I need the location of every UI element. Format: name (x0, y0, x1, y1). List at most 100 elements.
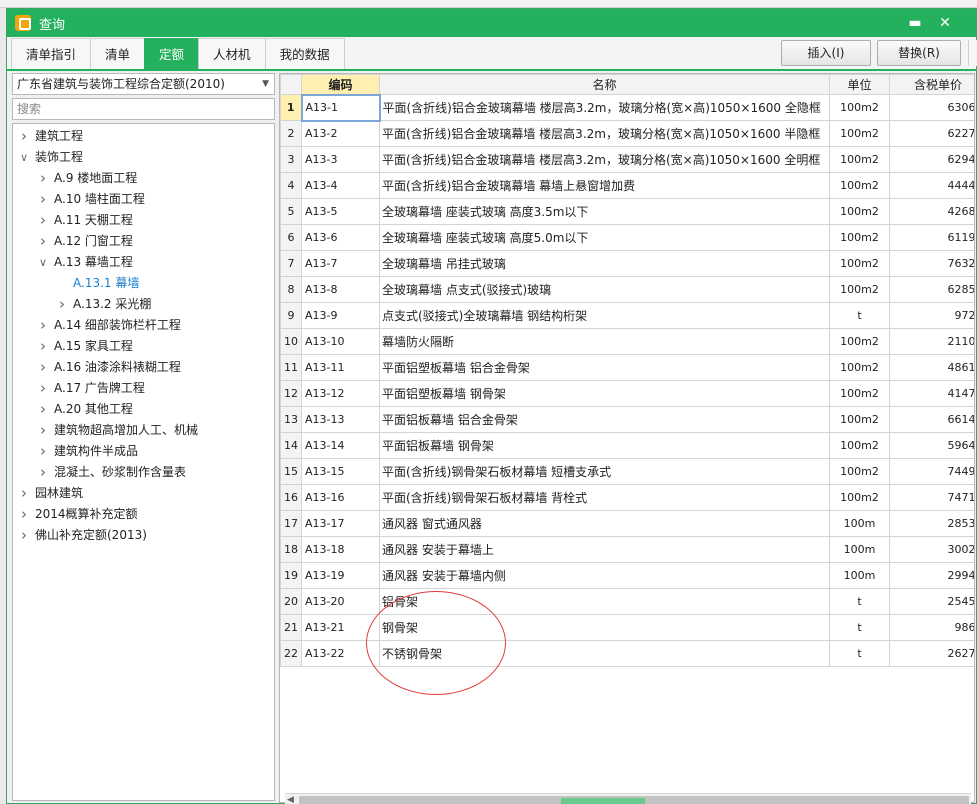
chevron-right-icon[interactable]: › (36, 231, 50, 252)
tree-item[interactable]: › A.11 天棚工程 (13, 210, 274, 231)
cell-unit[interactable]: 100m2 (829, 354, 890, 381)
row-number[interactable]: 10 (280, 328, 302, 355)
table-row[interactable]: 6A13-6全玻璃幕墙 座装式玻璃 高度5.0m以下100m261191. (280, 224, 974, 251)
row-number[interactable]: 22 (280, 640, 302, 667)
cell-unit[interactable]: 100m (829, 562, 890, 589)
cell-price[interactable]: 74715. (889, 484, 974, 511)
chevron-down-icon[interactable]: ∨ (36, 252, 50, 273)
cell-code[interactable]: A13-15 (301, 458, 380, 485)
cell-price[interactable]: 48614. (889, 354, 974, 381)
cell-price[interactable]: 62851. (889, 276, 974, 303)
chevron-right-icon[interactable]: › (36, 420, 50, 441)
cell-price[interactable]: 26272. (889, 640, 974, 667)
cell-code[interactable]: A13-1 (300, 93, 381, 122)
cell-name[interactable]: 平面(含折线)铝合金玻璃幕墙 楼层高3.2m，玻璃分格(宽×高)1050×160… (379, 146, 830, 173)
chevron-right-icon[interactable]: › (36, 378, 50, 399)
table-row[interactable]: 22A13-22不锈钢骨架t26272. (280, 640, 974, 667)
tree-item[interactable]: › 建筑构件半成品 (13, 441, 274, 462)
row-number[interactable]: 8 (280, 276, 302, 303)
table-row[interactable]: 9A13-9点支式(驳接式)全玻璃幕墙 钢结构桁架t9728. (280, 302, 974, 329)
chevron-right-icon[interactable]: › (36, 441, 50, 462)
chevron-right-icon[interactable]: › (36, 168, 50, 189)
maximize-button[interactable]: ▬ (905, 13, 925, 33)
cell-unit[interactable]: 100m2 (829, 172, 890, 199)
cell-price[interactable]: 63068. (889, 94, 974, 121)
cell-price[interactable]: 61191. (889, 224, 974, 251)
tree-item[interactable]: › A.10 墙柱面工程 (13, 189, 274, 210)
cell-name[interactable]: 全玻璃幕墙 点支式(驳接式)玻璃 (379, 276, 830, 303)
row-number[interactable]: 15 (280, 458, 302, 485)
cell-code[interactable]: A13-18 (301, 536, 380, 563)
cell-price[interactable]: 44448. (889, 172, 974, 199)
tab-quota[interactable]: 定额 (144, 38, 200, 69)
cell-name[interactable]: 铝骨架 (379, 588, 830, 615)
tree-item[interactable]: ∨ 装饰工程 (13, 147, 274, 168)
table-row[interactable]: 16A13-16平面(含折线)钢骨架石板材幕墙 背栓式100m274715. (280, 484, 974, 511)
cell-name[interactable]: 通风器 安装于幕墙上 (379, 536, 830, 563)
cell-code[interactable]: A13-6 (301, 224, 380, 251)
row-number[interactable]: 1 (280, 94, 302, 121)
cell-unit[interactable]: 100m2 (829, 328, 890, 355)
tab-labor-material-machine[interactable]: 人材机 (198, 38, 266, 69)
row-number[interactable]: 20 (280, 588, 302, 615)
table-row[interactable]: 13A13-13平面铝板幕墙 铝合金骨架100m266147. (280, 406, 974, 433)
cell-price[interactable]: 25452. (889, 588, 974, 615)
table-row[interactable]: 2 A13-2 平面(含折线)铝合金玻璃幕墙 楼层高3.2m，玻璃分格(宽×高)10… (280, 120, 974, 147)
row-number[interactable]: 4 (280, 172, 302, 199)
cell-code[interactable]: A13-2 (301, 120, 380, 147)
column-header-code[interactable]: 编码 (301, 74, 380, 95)
table-row[interactable]: 10A13-10幕墙防火隔断100m221103. (280, 328, 974, 355)
cell-code[interactable]: A13-16 (301, 484, 380, 511)
cell-code[interactable]: A13-11 (301, 354, 380, 381)
row-number[interactable]: 13 (280, 406, 302, 433)
cell-price[interactable]: 41471. (889, 380, 974, 407)
row-number[interactable]: 18 (280, 536, 302, 563)
table-row[interactable]: 3 A13-3 平面(含折线)铝合金玻璃幕墙 楼层高3.2m，玻璃分格(宽×高)10… (280, 146, 974, 173)
cell-unit[interactable]: 100m2 (829, 458, 890, 485)
tree-item[interactable]: › A.12 门窗工程 (13, 231, 274, 252)
row-number[interactable]: 12 (280, 380, 302, 407)
cell-name[interactable]: 平面(含折线)铝合金玻璃幕墙 楼层高3.2m，玻璃分格(宽×高)1050×160… (379, 120, 830, 147)
cell-unit[interactable]: 100m2 (829, 276, 890, 303)
row-number[interactable]: 2 (280, 120, 302, 147)
chevron-right-icon[interactable]: › (17, 483, 31, 504)
cell-name[interactable]: 平面铝板幕墙 钢骨架 (379, 432, 830, 459)
row-number[interactable]: 14 (280, 432, 302, 459)
search-input[interactable] (13, 99, 274, 119)
table-row[interactable]: 5A13-5全玻璃幕墙 座装式玻璃 高度3.5m以下100m242689. (280, 198, 974, 225)
cell-name[interactable]: 全玻璃幕墙 座装式玻璃 高度5.0m以下 (379, 224, 830, 251)
row-number[interactable]: 21 (280, 614, 302, 641)
table-row[interactable]: 1 A13-1 平面(含折线)铝合金玻璃幕墙 楼层高3.2m，玻璃分格(宽×高)10… (280, 93, 974, 122)
cell-name[interactable]: 平面(含折线)铝合金玻璃幕墙 楼层高3.2m，玻璃分格(宽×高)1050×160… (379, 94, 830, 121)
cell-unit[interactable]: t (829, 588, 890, 615)
chevron-right-icon[interactable]: › (36, 399, 50, 420)
close-button[interactable]: ✕ (935, 13, 955, 33)
cell-price[interactable]: 62273. (889, 120, 974, 147)
cell-price[interactable]: 66147. (889, 406, 974, 433)
tree-item[interactable]: › 建筑工程 (13, 126, 274, 147)
cell-code[interactable]: A13-12 (301, 380, 380, 407)
cell-code[interactable]: A13-9 (301, 302, 380, 329)
cell-unit[interactable]: 100m2 (829, 380, 890, 407)
cell-code[interactable]: A13-14 (301, 432, 380, 459)
cell-code[interactable]: A13-13 (301, 406, 380, 433)
cell-unit[interactable]: 100m2 (829, 146, 890, 173)
tab-bill-guide[interactable]: 清单指引 (11, 38, 92, 69)
tree-item[interactable]: › 佛山补充定额(2013) (13, 525, 274, 546)
tree-item[interactable]: › 园林建筑 (13, 483, 274, 504)
tree-item[interactable]: › A.17 广告牌工程 (13, 378, 274, 399)
row-number[interactable]: 7 (280, 250, 302, 277)
cell-unit[interactable]: t (829, 614, 890, 641)
chevron-right-icon[interactable]: › (17, 126, 31, 147)
chevron-right-icon[interactable]: › (36, 357, 50, 378)
cell-unit[interactable]: t (829, 640, 890, 667)
cell-name[interactable]: 平面(含折线)钢骨架石板材幕墙 短槽支承式 (379, 458, 830, 485)
cell-name[interactable]: 钢骨架 (379, 614, 830, 641)
cell-price[interactable]: 59645. (889, 432, 974, 459)
table-row[interactable]: 7A13-7全玻璃幕墙 吊挂式玻璃100m276320. (280, 250, 974, 277)
column-header-unit[interactable]: 单位 (829, 74, 890, 95)
table-row[interactable]: 20A13-20铝骨架t25452. (280, 588, 974, 615)
cell-unit[interactable]: t (829, 302, 890, 329)
cell-name[interactable]: 幕墙防火隔断 (379, 328, 830, 355)
table-row[interactable]: 14A13-14平面铝板幕墙 钢骨架100m259645. (280, 432, 974, 459)
